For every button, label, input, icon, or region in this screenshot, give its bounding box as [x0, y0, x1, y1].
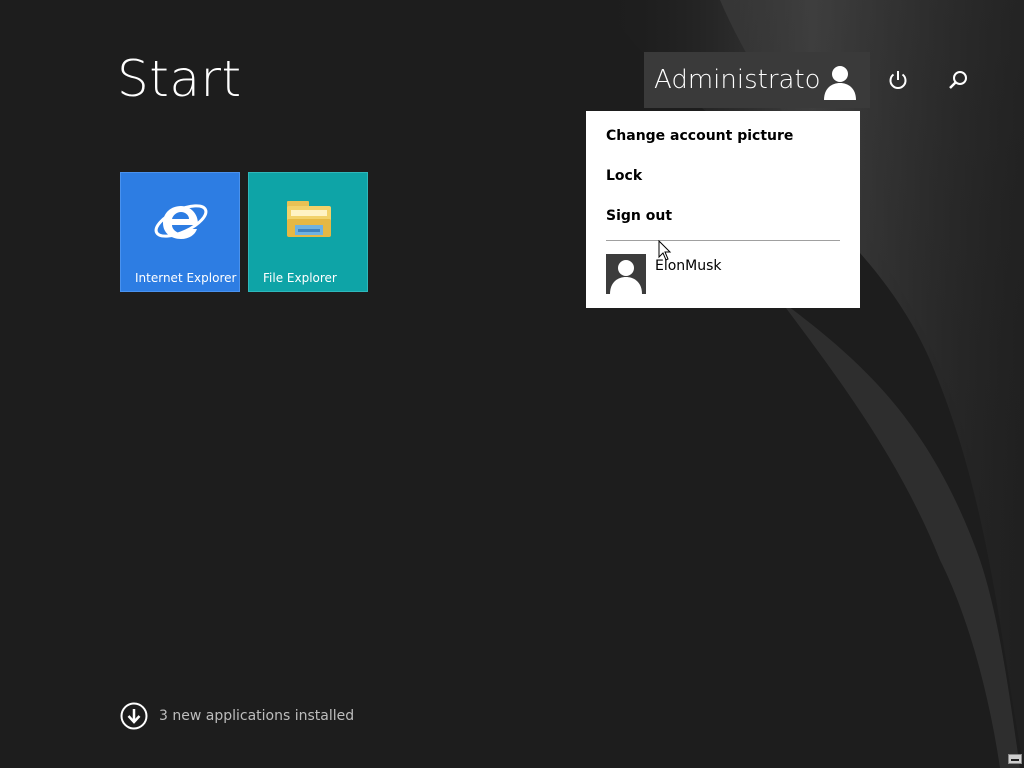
- start-title: Start: [117, 50, 242, 108]
- account-menu: Change account picture Lock Sign out Elo…: [586, 111, 860, 308]
- minimize-button[interactable]: [1008, 754, 1022, 764]
- other-user-name: ElonMusk: [655, 258, 722, 274]
- down-arrow-circle-icon: [120, 702, 148, 730]
- background-swoosh: [600, 0, 1024, 768]
- file-explorer-icon: [287, 201, 331, 237]
- tile-label: Internet Explorer: [135, 271, 237, 285]
- new-apps-notice[interactable]: 3 new applications installed: [120, 701, 354, 731]
- new-apps-text: 3 new applications installed: [159, 708, 355, 724]
- user-avatar-icon: [606, 254, 646, 294]
- menu-item-switch-user[interactable]: ElonMusk: [606, 254, 840, 296]
- menu-divider: [606, 240, 840, 241]
- menu-item-lock[interactable]: Lock: [606, 168, 642, 184]
- tile-label: File Explorer: [263, 271, 337, 285]
- account-button[interactable]: Administrator: [644, 52, 870, 108]
- search-button[interactable]: [940, 62, 976, 98]
- tile-file-explorer[interactable]: File Explorer: [248, 172, 368, 292]
- menu-item-change-account-picture[interactable]: Change account picture: [606, 128, 793, 144]
- power-button[interactable]: [880, 62, 916, 98]
- internet-explorer-icon: [154, 204, 208, 239]
- menu-item-sign-out[interactable]: Sign out: [606, 208, 672, 224]
- start-screen: Start Administrator Internet Explorer Fi…: [0, 0, 1024, 768]
- search-icon: [949, 71, 967, 89]
- account-name: Administrator: [654, 65, 832, 95]
- tile-internet-explorer[interactable]: Internet Explorer: [120, 172, 240, 292]
- user-avatar-icon: [820, 60, 860, 100]
- power-icon: [889, 71, 907, 89]
